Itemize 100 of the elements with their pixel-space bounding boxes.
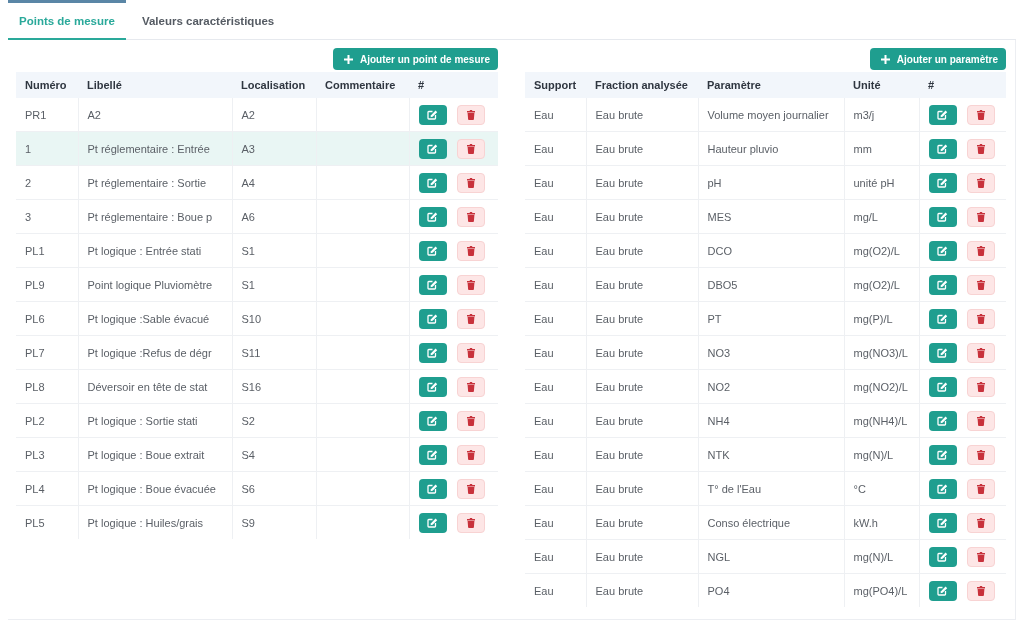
table-cell: mg(PO4)/L xyxy=(853,584,908,597)
edit-button[interactable] xyxy=(928,444,957,465)
delete-button[interactable] xyxy=(966,104,995,125)
table-cell: Eau brute xyxy=(595,210,644,223)
edit-button[interactable] xyxy=(418,342,447,363)
delete-button[interactable] xyxy=(966,342,995,363)
edit-button[interactable] xyxy=(928,410,957,431)
table-cell: Pt logique : Boue évacuée xyxy=(87,482,216,495)
table-cell: Eau xyxy=(534,482,554,495)
trash-icon xyxy=(466,109,475,120)
edit-button[interactable] xyxy=(928,172,957,193)
table-cell: Pt logique :Refus de dégr xyxy=(87,346,212,359)
edit-button[interactable] xyxy=(418,274,447,295)
edit-button[interactable] xyxy=(418,512,447,533)
tab[interactable]: Points de mesure xyxy=(8,0,126,40)
delete-button[interactable] xyxy=(966,138,995,159)
edit-button[interactable] xyxy=(418,172,447,193)
edit-button[interactable] xyxy=(418,308,447,329)
delete-button[interactable] xyxy=(456,138,485,159)
delete-button[interactable] xyxy=(456,274,485,295)
table-cell: Eau xyxy=(534,244,554,257)
table-cell: S6 xyxy=(241,482,255,495)
trash-icon xyxy=(466,143,475,154)
edit-button[interactable] xyxy=(928,240,957,261)
table-cell: Pt réglementaire : Boue p xyxy=(87,210,213,223)
edit-button[interactable] xyxy=(418,104,447,125)
delete-button[interactable] xyxy=(456,342,485,363)
table-cell: PL8 xyxy=(25,380,45,393)
delete-button[interactable] xyxy=(456,410,485,431)
table-cell: PL9 xyxy=(25,278,45,291)
edit-button[interactable] xyxy=(928,274,957,295)
table-cell: Eau brute xyxy=(595,108,644,121)
delete-button[interactable] xyxy=(966,376,995,397)
pencil-square-icon xyxy=(937,347,948,358)
edit-button[interactable] xyxy=(418,206,447,227)
delete-button[interactable] xyxy=(456,444,485,465)
table-cell: PL7 xyxy=(25,346,45,359)
table-cell: A3 xyxy=(241,142,255,155)
edit-button[interactable] xyxy=(418,240,447,261)
table-cell: kW.h xyxy=(853,516,878,529)
edit-button[interactable] xyxy=(928,342,957,363)
delete-button[interactable] xyxy=(456,376,485,397)
add-parameter-button[interactable]: Ajouter un paramètre xyxy=(869,48,1006,70)
delete-button[interactable] xyxy=(456,104,485,125)
delete-button[interactable] xyxy=(966,478,995,499)
table-cell: mg(N)/L xyxy=(853,550,894,563)
pencil-square-icon xyxy=(937,109,948,120)
plus-icon xyxy=(344,54,353,64)
delete-button[interactable] xyxy=(966,410,995,431)
table-cell: S11 xyxy=(241,346,261,359)
table-cell: NO2 xyxy=(707,380,731,393)
selected-table-row[interactable]: 1 Pt réglementaire : Entrée A3 xyxy=(16,131,498,166)
delete-button[interactable] xyxy=(456,478,485,499)
delete-button[interactable] xyxy=(456,172,485,193)
delete-button[interactable] xyxy=(456,512,485,533)
edit-button[interactable] xyxy=(928,546,957,567)
table-cell: Pt logique : Boue extrait xyxy=(87,448,205,461)
edit-button[interactable] xyxy=(928,512,957,533)
edit-button[interactable] xyxy=(418,138,447,159)
column-header: Numéro xyxy=(25,79,67,91)
edit-button[interactable] xyxy=(928,138,957,159)
edit-button[interactable] xyxy=(928,376,957,397)
delete-button[interactable] xyxy=(966,444,995,465)
delete-button[interactable] xyxy=(966,206,995,227)
table-cell: °C xyxy=(853,482,866,495)
delete-button[interactable] xyxy=(456,240,485,261)
column-header: Localisation xyxy=(241,79,306,91)
pencil-square-icon xyxy=(937,313,948,324)
table-cell: T° de l'Eau xyxy=(707,482,762,495)
edit-button[interactable] xyxy=(928,104,957,125)
edit-button[interactable] xyxy=(418,410,447,431)
pencil-square-icon xyxy=(937,143,948,154)
delete-button[interactable] xyxy=(966,172,995,193)
add-measure-point-button[interactable]: Ajouter un point de mesure xyxy=(333,48,498,70)
delete-button[interactable] xyxy=(456,206,485,227)
edit-button[interactable] xyxy=(928,308,957,329)
table-cell: Eau brute xyxy=(595,550,644,563)
delete-button[interactable] xyxy=(456,308,485,329)
table-cell: Eau brute xyxy=(595,312,644,325)
table-cell: S9 xyxy=(241,516,255,529)
delete-button[interactable] xyxy=(966,512,995,533)
edit-button[interactable] xyxy=(418,444,447,465)
table-cell: S4 xyxy=(241,448,255,461)
tab[interactable]: Valeurs caractéristiques xyxy=(130,0,286,40)
edit-button[interactable] xyxy=(928,206,957,227)
delete-button[interactable] xyxy=(966,580,995,601)
delete-button[interactable] xyxy=(966,240,995,261)
edit-button[interactable] xyxy=(928,580,957,601)
table-cell: DBO5 xyxy=(707,278,738,291)
edit-button[interactable] xyxy=(418,376,447,397)
edit-button[interactable] xyxy=(418,478,447,499)
table-cell: m3/j xyxy=(853,108,875,121)
edit-button[interactable] xyxy=(928,478,957,499)
delete-button[interactable] xyxy=(966,308,995,329)
table-cell: NH4 xyxy=(707,414,730,427)
delete-button[interactable] xyxy=(966,274,995,295)
delete-button[interactable] xyxy=(966,546,995,567)
pencil-square-icon xyxy=(937,517,948,528)
table-cell: S10 xyxy=(241,312,262,325)
table-cell: Eau xyxy=(534,414,554,427)
